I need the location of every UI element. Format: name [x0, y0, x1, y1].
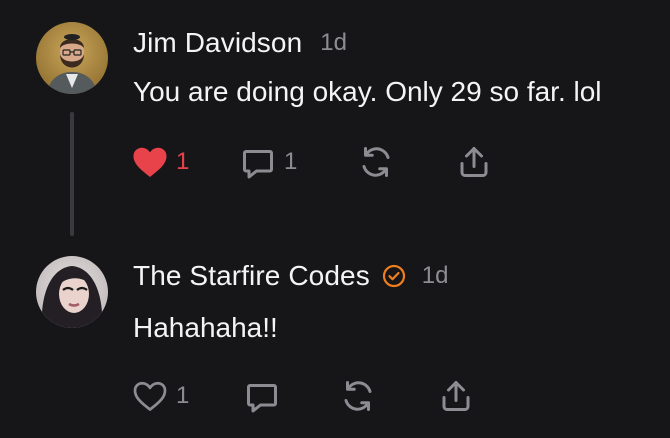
post-item: Jim Davidson 1d You are doing okay. Only… [0, 0, 670, 250]
avatar[interactable] [36, 22, 108, 94]
like-button[interactable]: 1 [132, 376, 189, 416]
reply-count: 1 [284, 148, 298, 175]
comment-icon [244, 378, 280, 414]
comment-icon [240, 144, 276, 180]
post-text: Hahahaha!! [133, 312, 278, 343]
like-count: 1 [176, 382, 190, 409]
share-button[interactable] [438, 376, 474, 416]
avatar[interactable] [36, 256, 108, 328]
heart-icon [132, 379, 168, 413]
repost-icon [358, 144, 394, 180]
post-header: The Starfire Codes 1d [133, 260, 449, 292]
post-time: 1d [421, 262, 449, 289]
share-button[interactable] [456, 142, 492, 182]
heart-filled-icon [132, 145, 168, 179]
repost-button[interactable] [340, 376, 376, 416]
post-item: The Starfire Codes 1d Hahahaha!! 1 [0, 250, 670, 438]
reply-button[interactable] [244, 376, 280, 416]
share-icon [438, 378, 474, 414]
like-count: 1 [176, 148, 190, 175]
post-header: Jim Davidson 1d [133, 27, 347, 59]
like-button[interactable]: 1 [132, 142, 189, 182]
repost-icon [340, 378, 376, 414]
repost-button[interactable] [358, 142, 394, 182]
share-icon [456, 144, 492, 180]
post-text: You are doing okay. Only 29 so far. lol [133, 76, 602, 107]
post-time: 1d [320, 29, 347, 56]
avatar-image [36, 22, 108, 94]
reply-button[interactable]: 1 [240, 142, 297, 182]
verified-badge-icon [382, 264, 406, 288]
author-name[interactable]: Jim Davidson [133, 27, 302, 59]
author-name[interactable]: The Starfire Codes [133, 260, 370, 292]
avatar-image [36, 256, 108, 328]
thread-line [70, 112, 74, 236]
